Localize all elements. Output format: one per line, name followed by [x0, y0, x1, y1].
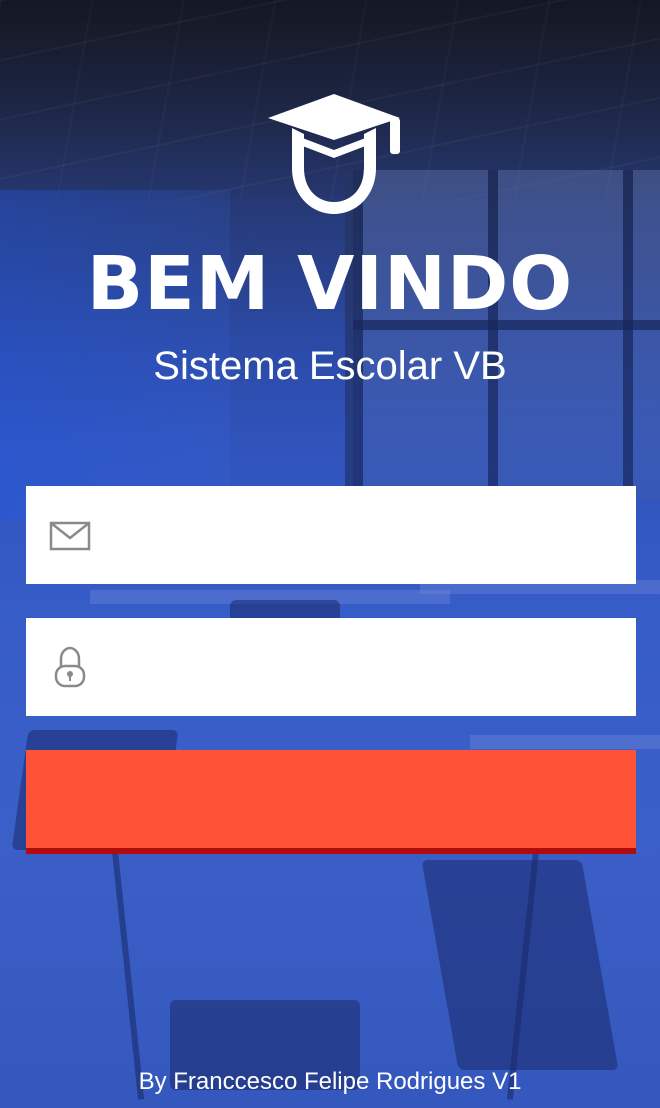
login-screen: BEM VINDO Sistema Escolar VB By Francces…	[0, 0, 660, 1108]
graduation-cap-student-icon	[268, 94, 400, 214]
page-title: BEM VINDO	[86, 241, 574, 327]
email-input[interactable]	[121, 486, 625, 586]
padlock-icon	[54, 646, 86, 688]
envelope-icon	[49, 521, 91, 551]
password-field-container	[26, 618, 636, 718]
password-input[interactable]	[121, 618, 625, 718]
footer-credit: By Franccesco Felipe Rodrigues V1	[138, 1068, 522, 1095]
login-content: BEM VINDO Sistema Escolar VB By Francces…	[0, 0, 660, 1108]
login-button[interactable]	[26, 750, 636, 854]
email-field-container	[26, 486, 636, 586]
page-subtitle: Sistema Escolar VB	[153, 344, 507, 388]
